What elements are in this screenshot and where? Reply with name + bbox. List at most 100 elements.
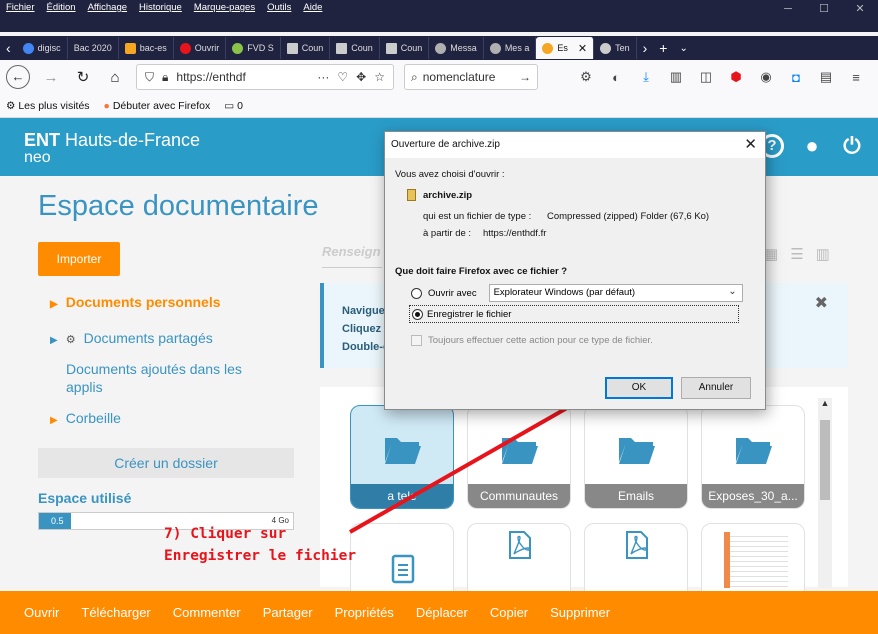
close-icon[interactable]: ✕ — [744, 135, 757, 153]
save-file-option[interactable]: Enregistrer le fichier — [409, 305, 739, 323]
privacy-icon[interactable]: ◉ — [756, 69, 776, 85]
cancel-button[interactable]: Annuler — [681, 377, 751, 399]
grid-scrollbar[interactable]: ▲ — [818, 398, 832, 588]
menu-affichage[interactable]: Affichage — [82, 0, 133, 14]
action-deplacer[interactable]: Déplacer — [416, 605, 468, 620]
user-icon[interactable]: ● — [800, 134, 824, 158]
always-do-checkbox[interactable] — [411, 335, 422, 346]
search-go-icon[interactable]: → — [519, 70, 531, 84]
menu-outils[interactable]: Outils — [261, 0, 297, 14]
tab-11[interactable]: Ten — [594, 37, 637, 59]
tab-strip: ‹ digisc Bac 2020 bac-es Ouvrir FVD S Co… — [0, 36, 878, 60]
power-icon[interactable]: ⏻ — [840, 134, 864, 158]
close-tab-icon[interactable]: ✕ — [578, 42, 587, 55]
tab-6[interactable]: Coun — [330, 37, 380, 59]
action-ouvrir[interactable]: Ouvrir — [24, 605, 59, 620]
bookmark-getting-started[interactable]: ● Débuter avec Firefox — [104, 100, 211, 112]
menu-icon[interactable]: ≡ — [846, 70, 866, 85]
list-view-icon[interactable]: ☰ — [790, 245, 803, 263]
menu-edition[interactable]: Édition — [41, 0, 82, 14]
shield-icon[interactable]: ⛉ — [145, 70, 154, 85]
extension-blue-icon[interactable]: ◘ — [786, 70, 806, 85]
tab-label: Bac 2020 — [73, 43, 112, 53]
action-commenter[interactable]: Commenter — [173, 605, 241, 620]
scroll-up-icon[interactable]: ▲ — [818, 398, 832, 412]
dialog-question: Que doit faire Firefox avec ce fichier ? — [395, 266, 568, 277]
action-proprietes[interactable]: Propriétés — [335, 605, 394, 620]
tab-1[interactable]: Bac 2020 — [68, 37, 119, 59]
back-icon[interactable]: ← — [6, 65, 30, 89]
extension-icon[interactable]: ✥ — [356, 70, 366, 84]
dialog-intro: Vous avez choisi d'ouvrir : — [395, 169, 505, 180]
menu-marque-pages[interactable]: Marque-pages — [188, 0, 261, 14]
minimize-icon[interactable]: ─ — [770, 0, 806, 18]
save-file-radio[interactable] — [412, 308, 423, 320]
new-tab-icon[interactable]: + — [653, 40, 673, 56]
reload-icon[interactable]: ↻ — [72, 68, 94, 86]
url-bar[interactable]: ⛉ 🔒︎ https://enthdf ··· ♡ ✥ ☆ — [136, 64, 394, 90]
document-search-input[interactable]: Renseign — [322, 244, 382, 268]
pocket-icon[interactable]: ♡ — [337, 70, 348, 84]
download-icon[interactable]: ⤓ — [636, 69, 656, 85]
tree-documents-partages[interactable]: ▶ ⚙ Documents partagés — [50, 330, 213, 346]
tab-list-icon[interactable]: ⌄ — [673, 43, 693, 54]
tab-0[interactable]: digisc — [17, 37, 68, 59]
tab-active[interactable]: Es ✕ — [536, 37, 595, 59]
tab-5[interactable]: Coun — [281, 37, 331, 59]
sidebar-icon[interactable]: ◫ — [696, 69, 716, 85]
action-supprimer[interactable]: Supprimer — [550, 605, 610, 620]
folder-tile[interactable]: Emails — [584, 405, 688, 509]
tab-4[interactable]: FVD S — [226, 37, 281, 59]
home-icon[interactable]: ⌂ — [104, 69, 126, 86]
tab-label: digisc — [37, 43, 61, 53]
tab-scroll-right-icon[interactable]: › — [637, 40, 654, 56]
folder-tile[interactable]: a tele — [350, 405, 454, 509]
tab-2[interactable]: bac-es — [119, 37, 174, 59]
reader-icon[interactable]: ▤ — [816, 69, 836, 85]
tree-documents-applis[interactable]: Documents ajoutés dans les applis — [66, 360, 276, 396]
tab-scroll-left-icon[interactable]: ‹ — [0, 40, 17, 56]
adblock-icon[interactable]: ⬢ — [726, 69, 746, 85]
settings-gear-icon[interactable]: ⚙ — [576, 69, 596, 85]
action-telecharger[interactable]: Télécharger — [81, 605, 150, 620]
search-bar[interactable]: ⌕ nomenclature → — [404, 64, 538, 90]
menu-historique[interactable]: Historique — [133, 0, 188, 14]
forward-icon[interactable]: → — [40, 69, 62, 86]
tab-9[interactable]: Mes a — [484, 37, 537, 59]
import-button[interactable]: Importer — [38, 242, 120, 276]
folder-tile[interactable]: Exposes_30_a... — [701, 405, 805, 509]
ent-logo[interactable]: ENT Hauts-de-France neo — [24, 130, 200, 167]
favicon-icon — [385, 42, 397, 54]
grid-view-icon[interactable]: ▦ — [764, 245, 778, 263]
carousel-view-icon[interactable]: ▥ — [816, 245, 830, 263]
tree-documents-personnels[interactable]: ▶ Documents personnels — [50, 294, 221, 310]
folder-tile[interactable]: Communautes — [467, 405, 571, 509]
tab-7[interactable]: Coun — [380, 37, 430, 59]
tab-8[interactable]: Messa — [429, 37, 484, 59]
favicon-icon — [542, 42, 554, 54]
create-folder-button[interactable]: Créer un dossier — [38, 448, 294, 478]
extension-mask-icon[interactable]: ◐ — [606, 70, 626, 85]
tab-label: bac-es — [139, 43, 167, 53]
close-window-icon[interactable]: ✕ — [842, 0, 878, 18]
ok-button[interactable]: OK — [605, 377, 673, 399]
maximize-icon[interactable]: ☐ — [806, 0, 842, 18]
open-with-radio[interactable] — [411, 287, 422, 299]
open-with-select[interactable]: Explorateur Windows (par défaut) ⌄ — [488, 284, 743, 302]
tab-3[interactable]: Ouvrir — [174, 37, 227, 59]
lock-icon: 🔒︎ — [162, 69, 169, 84]
menu-aide[interactable]: Aide — [297, 0, 328, 14]
scroll-thumb[interactable] — [820, 420, 830, 500]
action-partager[interactable]: Partager — [263, 605, 313, 620]
tree-corbeille[interactable]: ▶ Corbeille — [50, 410, 121, 426]
action-copier[interactable]: Copier — [490, 605, 528, 620]
open-with-option[interactable]: Ouvrir avec Explorateur Windows (par déf… — [411, 284, 743, 302]
bookmark-most-visited[interactable]: ⚙ Les plus visités — [6, 100, 90, 112]
bookmark-folder[interactable]: ▭ 0 — [224, 100, 243, 112]
library-icon[interactable]: ▥ — [666, 69, 686, 85]
page-actions-icon[interactable]: ··· — [317, 70, 329, 84]
bookmark-star-icon[interactable]: ☆ — [374, 70, 385, 84]
always-do-option[interactable]: Toujours effectuer cette action pour ce … — [411, 335, 653, 346]
close-icon[interactable]: ✖ — [815, 293, 828, 313]
menu-fichier[interactable]: Fichier — [0, 0, 41, 14]
